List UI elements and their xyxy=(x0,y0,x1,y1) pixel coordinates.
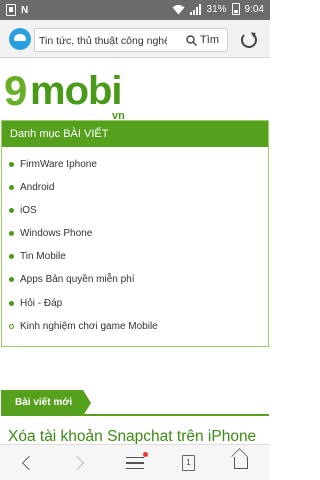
menu-icon xyxy=(126,457,144,469)
bullet-icon xyxy=(9,208,14,214)
logo-nine: 9 xyxy=(4,67,28,114)
category-label[interactable]: Windows Phone xyxy=(20,228,92,239)
address-text[interactable]: Tin tức, thủ thuật công nghệ xyxy=(39,35,167,47)
forward-button[interactable] xyxy=(68,453,92,475)
category-menu-title: Danh mục BÀI VIẾT xyxy=(2,121,268,147)
category-label[interactable]: Android xyxy=(20,182,54,193)
reload-icon[interactable] xyxy=(241,32,257,48)
forward-icon xyxy=(69,455,85,471)
search-button[interactable]: Tìm xyxy=(186,34,219,46)
browser-bottom-bar: 1 xyxy=(0,444,270,480)
browser-logo-icon[interactable] xyxy=(9,28,31,50)
signal-icon xyxy=(189,3,201,15)
category-label[interactable]: Apps Bản quyền miễn phí xyxy=(20,274,135,285)
category-item[interactable]: iOS xyxy=(2,199,268,222)
latest-posts-header: Bài viết mới xyxy=(1,390,269,416)
home-button[interactable] xyxy=(230,453,254,475)
home-icon xyxy=(234,457,248,469)
status-bar: N 31% 9:04 xyxy=(0,0,270,20)
bullet-icon xyxy=(9,323,14,329)
article-title-link[interactable]: Xóa tài khoản Snapchat trên iPhone xyxy=(8,428,256,444)
category-menu: Danh mục BÀI VIẾT FirmWare Iphone Androi… xyxy=(1,120,269,347)
category-label[interactable]: Kinh nghiệm chơi game Mobile xyxy=(20,321,158,332)
bullet-icon xyxy=(9,231,14,237)
bullet-icon xyxy=(9,254,14,260)
wifi-icon xyxy=(172,4,185,14)
logo-mobi: mobi xyxy=(30,69,123,113)
bullet-icon xyxy=(9,185,14,191)
bullet-icon xyxy=(9,277,14,283)
battery-percent: 31% xyxy=(206,3,227,15)
bullet-icon xyxy=(9,300,14,306)
category-label[interactable]: FirmWare Iphone xyxy=(20,159,97,170)
bullet-icon xyxy=(9,162,14,167)
category-item[interactable]: Android xyxy=(2,176,268,199)
sim-icon xyxy=(6,4,16,16)
n-icon: N xyxy=(21,4,29,16)
category-item[interactable]: Windows Phone xyxy=(2,222,268,245)
menu-button[interactable] xyxy=(124,452,148,475)
browser-toolbar: Tin tức, thủ thuật công nghệ Tìm xyxy=(0,20,270,58)
web-page: 9 mobi vn Danh mục BÀI VIẾT FirmWare Iph… xyxy=(0,58,270,444)
notification-dot xyxy=(143,452,148,457)
category-label[interactable]: iOS xyxy=(20,205,37,216)
category-item[interactable]: FirmWare Iphone xyxy=(2,153,268,176)
category-label[interactable]: Hỏi - Đáp xyxy=(20,298,62,309)
category-item[interactable]: Hỏi - Đáp xyxy=(2,292,268,315)
search-icon xyxy=(186,34,198,46)
clock: 9:04 xyxy=(244,3,264,15)
tabs-icon: 1 xyxy=(182,455,195,471)
search-label: Tìm xyxy=(200,34,219,46)
category-list: FirmWare Iphone Android iOS Windows Phon… xyxy=(2,147,268,338)
latest-posts-tab: Bài viết mới xyxy=(1,390,91,416)
back-button[interactable] xyxy=(16,453,40,475)
category-item[interactable]: Apps Bản quyền miễn phí xyxy=(2,268,268,291)
back-icon xyxy=(21,455,37,471)
category-item[interactable]: Tin Mobile xyxy=(2,245,268,268)
address-bar[interactable]: Tin tức, thủ thuật công nghệ Tìm xyxy=(34,28,228,52)
tabs-button[interactable]: 1 xyxy=(176,453,200,475)
category-label[interactable]: Tin Mobile xyxy=(20,251,66,262)
category-item[interactable]: Kinh nghiệm chơi game Mobile xyxy=(2,315,268,338)
battery-icon xyxy=(231,3,240,15)
